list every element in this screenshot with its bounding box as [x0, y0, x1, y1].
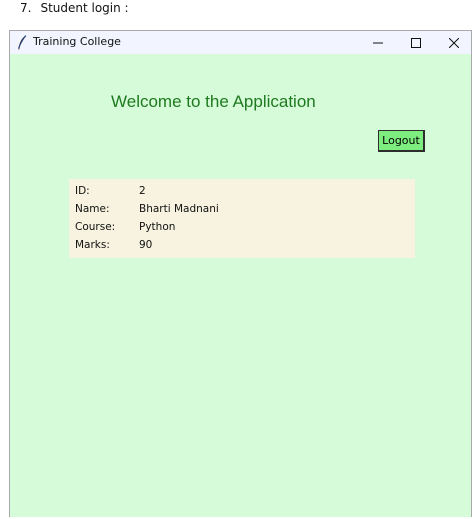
- minimize-icon: [373, 42, 383, 43]
- id-label: ID:: [75, 185, 90, 197]
- course-value: Python: [139, 221, 176, 233]
- id-value: 2: [139, 185, 146, 197]
- maximize-icon: [411, 37, 421, 48]
- course-label: Course:: [75, 221, 116, 233]
- heading-text: Student login :: [40, 1, 129, 15]
- app-window: Training College Welcome to the Applicat…: [9, 30, 472, 517]
- name-value: Bharti Madnani: [139, 203, 219, 215]
- logout-button[interactable]: Logout: [378, 130, 425, 152]
- name-label: Name:: [75, 203, 110, 215]
- close-button[interactable]: [435, 31, 473, 54]
- welcome-heading: Welcome to the Application: [111, 92, 316, 111]
- marks-value: 90: [139, 239, 153, 251]
- title-bar[interactable]: Training College: [10, 31, 471, 54]
- feather-icon: [18, 35, 27, 50]
- marks-label: Marks:: [75, 239, 110, 251]
- student-info-panel: ID: 2 Name: Bharti Madnani Course: Pytho…: [69, 179, 415, 258]
- maximize-button[interactable]: [397, 31, 435, 54]
- close-icon: [449, 37, 459, 48]
- minimize-button[interactable]: [359, 31, 397, 54]
- window-title: Training College: [33, 35, 121, 48]
- document-heading: 7. Student login :: [20, 1, 129, 15]
- list-number: 7.: [20, 1, 32, 15]
